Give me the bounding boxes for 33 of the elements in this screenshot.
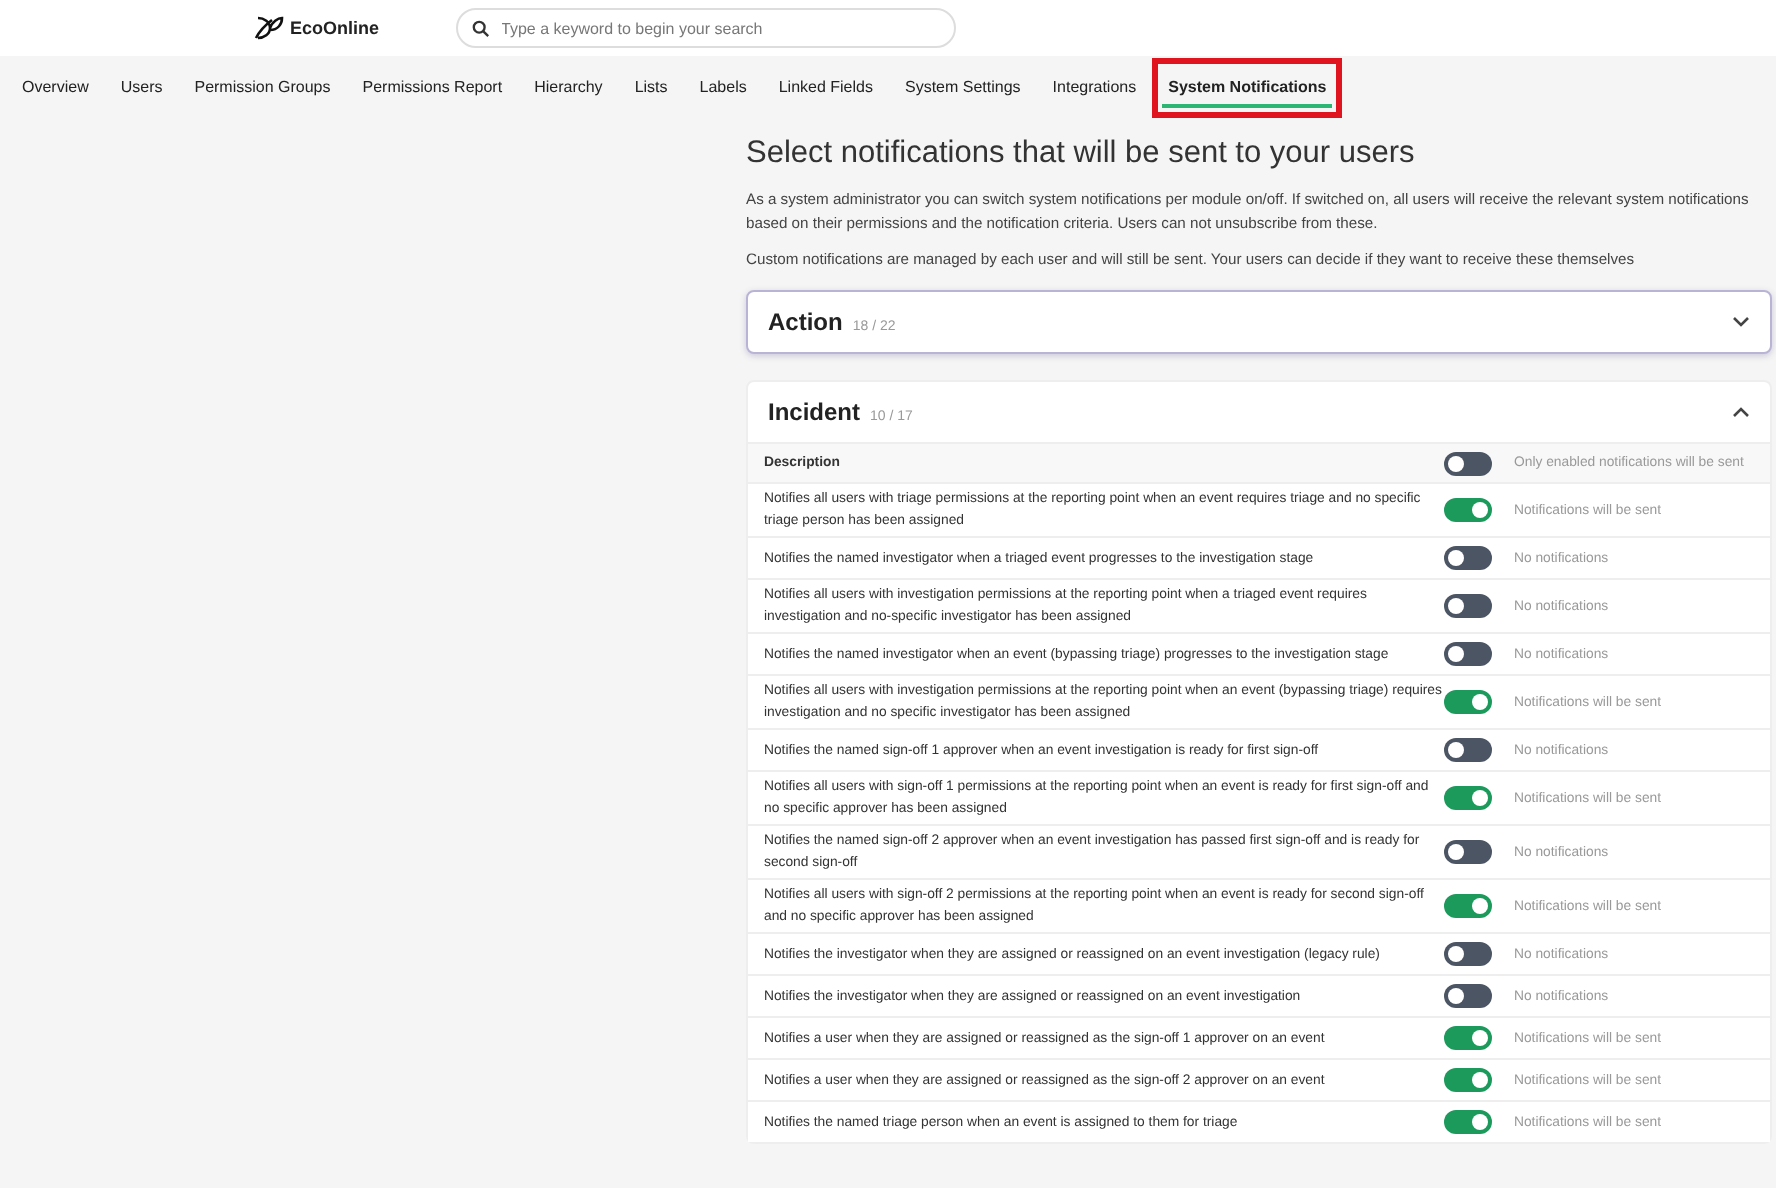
chevron-down-icon [1732, 316, 1750, 328]
nav-tab[interactable]: Users [114, 69, 169, 107]
nav-tab[interactable]: Lists [628, 69, 674, 107]
search-icon [471, 19, 490, 37]
toggle-switch[interactable] [1444, 451, 1492, 475]
nav-tab[interactable]: Permissions Report [356, 69, 509, 107]
toggle-switch[interactable] [1444, 498, 1492, 522]
toggle-switch[interactable] [1444, 642, 1492, 666]
toggle-switch[interactable] [1444, 894, 1492, 918]
chevron-up-icon [1732, 406, 1750, 418]
nav-tab[interactable]: System Notifications [1162, 69, 1333, 107]
nav-tab[interactable]: Integrations [1046, 69, 1143, 107]
leaf-logo-icon [252, 14, 284, 42]
nav-tab[interactable]: Overview [16, 69, 95, 107]
toggle-switch[interactable] [1444, 1068, 1492, 1092]
toggle-switch[interactable] [1444, 690, 1492, 714]
toggle-switch[interactable] [1444, 546, 1492, 570]
toggle-switch[interactable] [1444, 738, 1492, 762]
nav-tab[interactable]: Labels [693, 69, 753, 107]
toggle-switch[interactable] [1444, 594, 1492, 618]
page-title: Select notifications that will be sent to your users [746, 136, 1417, 172]
toggle-switch[interactable] [1444, 1110, 1492, 1134]
toggle-switch[interactable] [1444, 1026, 1492, 1050]
nav-tab[interactable]: Hierarchy [528, 69, 609, 107]
nav-tab[interactable]: Linked Fields [772, 69, 879, 107]
toggle-switch[interactable] [1444, 984, 1492, 1008]
nav-tab[interactable]: System Settings [898, 69, 1027, 107]
toggle-switch[interactable] [1444, 942, 1492, 966]
search-field[interactable]: Type a keyword to begin your search [455, 8, 956, 48]
toggle-switch[interactable] [1444, 786, 1492, 810]
logo-text: EcoOnline [290, 18, 380, 38]
toggle-switch[interactable] [1444, 840, 1492, 864]
nav-tab[interactable]: Permission Groups [188, 69, 337, 107]
